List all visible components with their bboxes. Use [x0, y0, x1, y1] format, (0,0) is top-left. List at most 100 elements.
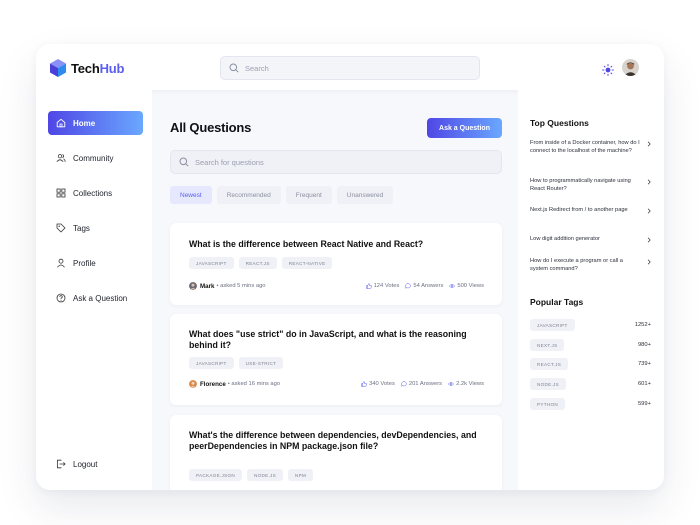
sidebar-item-label: Community	[73, 153, 114, 163]
global-search-input[interactable]	[245, 63, 445, 73]
tag-chip[interactable]: JAVASCRIPT	[189, 257, 234, 269]
views-count: 500 Views	[457, 283, 484, 289]
top-bar: TechHub	[36, 44, 664, 90]
popular-tag-count: 739+	[637, 361, 651, 367]
thumbs-up-icon	[365, 283, 372, 289]
tag-chip[interactable]: JAVASCRIPT	[189, 357, 234, 369]
ask-question-button[interactable]: Ask a Question	[427, 118, 502, 138]
popular-tag-row: NEXT.JS 980+	[530, 339, 651, 351]
sidebar: Home Community Collections Tags Profile …	[36, 90, 152, 490]
top-question-text: Next.js Redirect from / to another page	[530, 207, 628, 213]
author-avatar	[189, 380, 197, 388]
sidebar-item-label: Ask a Question	[73, 293, 128, 303]
sun-icon[interactable]	[602, 64, 614, 76]
question-search[interactable]	[170, 150, 502, 174]
global-search[interactable]	[220, 56, 480, 80]
question-stats: 340 Votes 201 Answers 2.2k Views	[361, 381, 484, 387]
popular-tag[interactable]: NEXT.JS	[530, 339, 565, 351]
sidebar-item-profile[interactable]: Profile	[48, 251, 143, 275]
app-window: TechHub Home	[36, 44, 664, 490]
question-stats: 124 Votes 54 Answers 500 Views	[365, 283, 484, 289]
question-search-input[interactable]	[195, 157, 395, 167]
views-stat: 500 Views	[449, 283, 484, 289]
top-question-item[interactable]: How to programmatically navigate using R…	[530, 178, 652, 193]
tag-chip[interactable]: NPM	[288, 469, 314, 481]
top-question-item[interactable]: Next.js Redirect from / to another page	[530, 207, 652, 215]
user-avatar[interactable]	[622, 59, 639, 76]
top-question-text: From inside of a Docker container, how d…	[530, 140, 640, 154]
logout-label: Logout	[73, 459, 98, 469]
avatar-image	[622, 59, 639, 76]
filter-unanswered[interactable]: Unanswered	[336, 186, 394, 204]
search-icon	[179, 157, 189, 167]
sidebar-item-label: Collections	[73, 188, 113, 198]
answers-count: 54 Answers	[413, 283, 444, 289]
sidebar-item-tags[interactable]: Tags	[48, 216, 143, 240]
top-question-item[interactable]: Low digit addition generator	[530, 236, 652, 244]
popular-tag-count: 599+	[637, 401, 651, 407]
sidebar-item-home[interactable]: Home	[48, 111, 143, 135]
asked-time: • asked 16 mins ago	[227, 381, 281, 387]
author-avatar	[189, 282, 197, 290]
question-title[interactable]: What's the difference between dependenci…	[189, 430, 486, 452]
asked-time: • asked 5 mins ago	[216, 283, 266, 289]
sidebar-item-label: Tags	[73, 223, 90, 233]
question-card: What is the difference between React Nat…	[170, 223, 502, 305]
question-title[interactable]: What does "use strict" do in JavaScript,…	[189, 329, 486, 351]
tag-chip[interactable]: USE-STRICT	[238, 357, 284, 369]
logo[interactable]: TechHub	[50, 59, 124, 77]
popular-tag-count: 980+	[637, 342, 651, 348]
sidebar-item-collections[interactable]: Collections	[48, 181, 143, 205]
page-title: All Questions	[170, 120, 252, 135]
question-tags: JAVASCRIPT REACT.JS REACT-NATIVE	[189, 257, 333, 269]
search-icon	[229, 63, 239, 73]
grid-icon	[56, 188, 66, 198]
popular-tags-title: Popular Tags	[530, 297, 584, 307]
tag-chip[interactable]: REACT-NATIVE	[281, 257, 333, 269]
votes-count: 340 Votes	[369, 381, 395, 387]
sidebar-item-ask-question[interactable]: Ask a Question	[48, 286, 143, 310]
question-card: What does "use strict" do in JavaScript,…	[170, 314, 502, 405]
popular-tag-count: 1252+	[634, 322, 651, 328]
author-name[interactable]: Florence	[200, 381, 226, 388]
right-sidebar: Top Questions From inside of a Docker co…	[518, 90, 664, 490]
author-name[interactable]: Mark	[200, 283, 214, 290]
sidebar-item-label: Home	[73, 118, 96, 128]
question-card: What's the difference between dependenci…	[170, 415, 502, 490]
tag-chip[interactable]: REACT.JS	[238, 257, 277, 269]
top-question-text: Low digit addition generator	[530, 236, 600, 242]
logout-button[interactable]: Logout	[48, 452, 143, 476]
popular-tag-count: 601+	[637, 381, 651, 387]
tag-chip[interactable]: NODE.JS	[247, 469, 284, 481]
filter-tabs: Newest Recommended Frequent Unanswered	[170, 186, 394, 204]
tag-icon	[56, 223, 66, 233]
top-question-item[interactable]: From inside of a Docker container, how d…	[530, 140, 652, 155]
sidebar-item-community[interactable]: Community	[48, 146, 143, 170]
question-meta: Mark • asked 5 mins ago 124 Votes 54 Ans…	[189, 281, 484, 291]
users-icon	[56, 154, 66, 163]
chevron-right-icon	[647, 141, 651, 147]
help-icon	[56, 293, 66, 303]
filter-newest[interactable]: Newest	[170, 186, 212, 204]
answers-stat: 54 Answers	[405, 283, 443, 289]
popular-tag[interactable]: PYTHON	[530, 398, 565, 410]
question-title[interactable]: What is the difference between React Nat…	[189, 239, 486, 250]
chevron-right-icon	[647, 237, 651, 243]
filter-frequent[interactable]: Frequent	[285, 186, 332, 204]
popular-tag-row: PYTHON 599+	[530, 398, 651, 410]
popular-tag[interactable]: JAVASCRIPT	[530, 319, 575, 331]
filter-recommended[interactable]: Recommended	[216, 186, 281, 204]
top-question-item[interactable]: How do I execute a program or call a sys…	[530, 258, 652, 273]
home-icon	[56, 118, 66, 128]
popular-tag[interactable]: REACT.JS	[530, 358, 569, 370]
eye-icon	[449, 284, 456, 288]
message-icon	[401, 381, 407, 387]
popular-tag[interactable]: NODE.JS	[530, 378, 567, 390]
sidebar-item-label: Profile	[73, 258, 96, 268]
votes-stat: 340 Votes	[361, 381, 395, 387]
cube-logo-icon	[50, 59, 66, 77]
eye-icon	[448, 382, 455, 386]
tag-chip[interactable]: PACKAGE.JSON	[189, 469, 242, 481]
top-question-text: How to programmatically navigate using R…	[530, 178, 631, 192]
chevron-right-icon	[647, 208, 651, 214]
